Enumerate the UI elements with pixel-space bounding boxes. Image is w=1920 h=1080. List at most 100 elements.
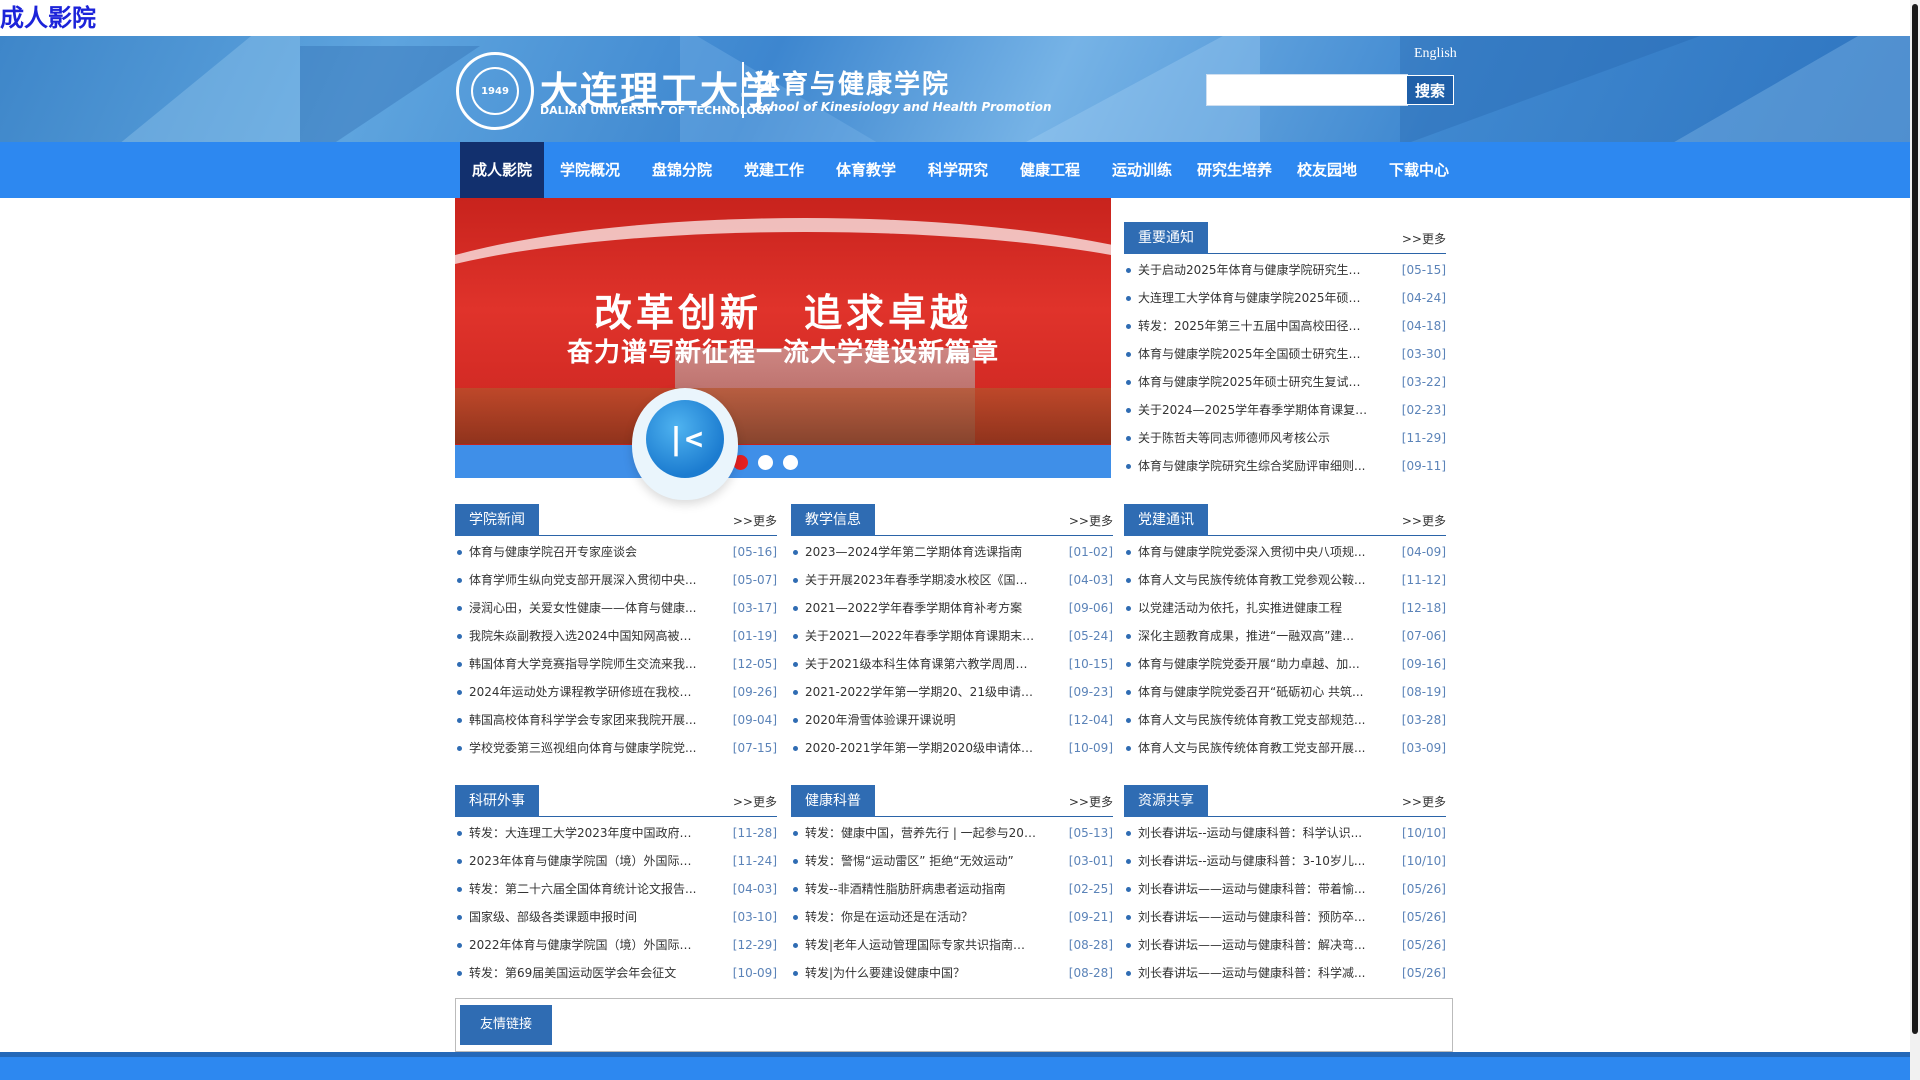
university-seal-logo[interactable]: 1949 bbox=[456, 52, 534, 130]
list-item[interactable]: 刘长春讲坛——运动与健康科普：预防卒... [05/26] bbox=[1124, 903, 1446, 931]
list-item[interactable]: 转发|为什么要建设健康中国？ [08-28] bbox=[791, 959, 1113, 987]
list-item[interactable]: 关于开展2023年春季学期凌水校区《国家... [04-03] bbox=[791, 566, 1113, 594]
list-item-title[interactable]: 体育与健康学院2025年全国硕士研究生一... bbox=[1138, 340, 1370, 368]
list-item[interactable]: 转发：2025年第三十五届中国高校田径科... [04-18] bbox=[1124, 312, 1446, 340]
list-item[interactable]: 刘长春讲坛--运动与健康科普：3-10岁儿... [10/10] bbox=[1124, 847, 1446, 875]
list-item[interactable]: 体育与健康学院研究生综合奖励评审细则... [09-11] bbox=[1124, 452, 1446, 480]
list-item[interactable]: 转发：大连理工大学2023年度中国政府奖... [11-28] bbox=[455, 819, 777, 847]
list-item[interactable]: 2020年滑雪体验课开课说明 [12-04] bbox=[791, 706, 1113, 734]
search-input[interactable] bbox=[1206, 74, 1408, 106]
list-item[interactable]: 体育人文与民族传统体育教工党支部开展... [03-09] bbox=[1124, 734, 1446, 762]
list-item[interactable]: 2023年体育与健康学院国（境）外国际会... [11-24] bbox=[455, 847, 777, 875]
list-item-title[interactable]: 2021-2022学年第一学期20、21级申请体育... bbox=[805, 678, 1037, 706]
list-item[interactable]: 转发：健康中国，营养先行 | 一起参与2024... [05-13] bbox=[791, 819, 1113, 847]
list-item-title[interactable]: 转发：2025年第三十五届中国高校田径科... bbox=[1138, 312, 1370, 340]
list-item[interactable]: 转发：第二十六届全国体育统计论文报告... [04-03] bbox=[455, 875, 777, 903]
list-item[interactable]: 体育与健康学院党委深入贯彻中央八项规... [04-09] bbox=[1124, 538, 1446, 566]
list-item-title[interactable]: 学校党委第三巡视组向体育与健康学院党... bbox=[469, 734, 701, 762]
list-item-title[interactable]: 转发：大连理工大学2023年度中国政府奖... bbox=[469, 819, 701, 847]
list-item[interactable]: 刘长春讲坛--运动与健康科普：科学认识... [10/10] bbox=[1124, 819, 1446, 847]
list-item-title[interactable]: 体育人文与民族传统体育教工党参观公鞍... bbox=[1138, 566, 1370, 594]
panel-title-tab[interactable]: 重要通知 bbox=[1124, 222, 1208, 254]
nav-item-5[interactable]: 体育教学 bbox=[820, 142, 912, 198]
top-site-link[interactable]: 成人影院 bbox=[0, 0, 96, 36]
nav-item-8[interactable]: 运动训练 bbox=[1096, 142, 1188, 198]
nav-item-9[interactable]: 研究生培养 bbox=[1188, 142, 1281, 198]
list-item[interactable]: 刘长春讲坛——运动与健康科普：解决弯... [05/26] bbox=[1124, 931, 1446, 959]
list-item[interactable]: 大连理工大学体育与健康学院2025年硕士... [04-24] bbox=[1124, 284, 1446, 312]
list-item-title[interactable]: 大连理工大学体育与健康学院2025年硕士... bbox=[1138, 284, 1370, 312]
list-item-title[interactable]: 关于启动2025年体育与健康学院研究生教... bbox=[1138, 256, 1370, 284]
list-item[interactable]: 体育与健康学院召开专家座谈会 [05-16] bbox=[455, 538, 777, 566]
list-item-title[interactable]: 体育与健康学院研究生综合奖励评审细则... bbox=[1138, 452, 1370, 480]
list-item-title[interactable]: 2020年滑雪体验课开课说明 bbox=[805, 706, 1037, 734]
more-link[interactable]: >>更多 bbox=[1069, 512, 1113, 529]
list-item-title[interactable]: 关于2021级本科生体育课第六教学周周六... bbox=[805, 650, 1037, 678]
banner-slideshow[interactable]: 改革创新 追求卓越 奋力谱写新征程一流大学建设新篇章 bbox=[455, 198, 1111, 478]
list-item-title[interactable]: 2020-2021学年第一学期2020级申请体育康... bbox=[805, 734, 1037, 762]
list-item-title[interactable]: 刘长春讲坛--运动与健康科普：3-10岁儿... bbox=[1138, 847, 1370, 875]
list-item[interactable]: 体育人文与民族传统体育教工党参观公鞍... [11-12] bbox=[1124, 566, 1446, 594]
list-item-title[interactable]: 关于陈哲夫等同志师德师风考核公示 bbox=[1138, 424, 1370, 452]
nav-item-4[interactable]: 党建工作 bbox=[728, 142, 820, 198]
list-item-title[interactable]: 体育人文与民族传统体育教工党支部开展... bbox=[1138, 734, 1370, 762]
list-item[interactable]: 体育与健康学院2025年全国硕士研究生一... [03-30] bbox=[1124, 340, 1446, 368]
panel-title-tab[interactable]: 健康科普 bbox=[791, 785, 875, 817]
list-item[interactable]: 体育与健康学院2025年硕士研究生复试录... [03-22] bbox=[1124, 368, 1446, 396]
nav-item-10[interactable]: 校友园地 bbox=[1281, 142, 1373, 198]
list-item[interactable]: 浸润心田，关爱女性健康——体育与健康... [03-17] bbox=[455, 594, 777, 622]
list-item-title[interactable]: 体育与健康学院党委深入贯彻中央八项规... bbox=[1138, 538, 1370, 566]
list-item-title[interactable]: 转发--非酒精性脂肪肝病患者运动指南 bbox=[805, 875, 1037, 903]
list-item[interactable]: 体育学师生纵向党支部开展深入贯彻中央... [05-07] bbox=[455, 566, 777, 594]
list-item-title[interactable]: 2021—2022学年春季学期体育补考方案 bbox=[805, 594, 1037, 622]
list-item[interactable]: 国家级、部级各类课题申报时间 [03-10] bbox=[455, 903, 777, 931]
list-item-title[interactable]: 转发：健康中国，营养先行 | 一起参与2024... bbox=[805, 819, 1037, 847]
list-item-title[interactable]: 2023—2024学年第二学期体育选课指南 bbox=[805, 538, 1037, 566]
list-item[interactable]: 体育人文与民族传统体育教工党支部规范... [03-28] bbox=[1124, 706, 1446, 734]
list-item[interactable]: 转发--非酒精性脂肪肝病患者运动指南 [02-25] bbox=[791, 875, 1113, 903]
list-item-title[interactable]: 关于开展2023年春季学期凌水校区《国家... bbox=[805, 566, 1037, 594]
banner-dot-2[interactable] bbox=[758, 455, 773, 470]
list-item[interactable]: 韩国高校体育科学学会专家团来我院开展... [09-04] bbox=[455, 706, 777, 734]
banner-dot-3[interactable] bbox=[783, 455, 798, 470]
list-item-title[interactable]: 体育人文与民族传统体育教工党支部规范... bbox=[1138, 706, 1370, 734]
list-item[interactable]: 2021-2022学年第一学期20、21级申请体育... [09-23] bbox=[791, 678, 1113, 706]
list-item[interactable]: 转发：警惕“运动雷区” 拒绝“无效运动” [03-01] bbox=[791, 847, 1113, 875]
list-item[interactable]: 转发：第69届美国运动医学会年会征文 [10-09] bbox=[455, 959, 777, 987]
more-link[interactable]: >>更多 bbox=[733, 512, 777, 529]
list-item-title[interactable]: 关于2021—2022年春季学期体育课期末考... bbox=[805, 622, 1037, 650]
list-item-title[interactable]: 国家级、部级各类课题申报时间 bbox=[469, 903, 701, 931]
list-item-title[interactable]: 韩国高校体育科学学会专家团来我院开展... bbox=[469, 706, 701, 734]
list-item-title[interactable]: 浸润心田，关爱女性健康——体育与健康... bbox=[469, 594, 701, 622]
scrollbar-thumb[interactable] bbox=[1912, 4, 1918, 1034]
list-item-title[interactable]: 体育与健康学院召开专家座谈会 bbox=[469, 538, 701, 566]
list-item[interactable]: 2021—2022学年春季学期体育补考方案 [09-06] bbox=[791, 594, 1113, 622]
list-item[interactable]: 2024年运动处方课程教学研修班在我校成... [09-26] bbox=[455, 678, 777, 706]
list-item-title[interactable]: 转发：警惕“运动雷区” 拒绝“无效运动” bbox=[805, 847, 1037, 875]
list-item[interactable]: 体育与健康学院党委召开“砥砺初心 共筑... [08-19] bbox=[1124, 678, 1446, 706]
nav-item-6[interactable]: 科学研究 bbox=[912, 142, 1004, 198]
list-item[interactable]: 2020-2021学年第一学期2020级申请体育康... [10-09] bbox=[791, 734, 1113, 762]
more-link[interactable]: >>更多 bbox=[1069, 793, 1113, 810]
nav-item-1[interactable]: 成人影院 bbox=[460, 142, 544, 198]
list-item[interactable]: 学校党委第三巡视组向体育与健康学院党... [07-15] bbox=[455, 734, 777, 762]
list-item[interactable]: 关于2021级本科生体育课第六教学周周六... [10-15] bbox=[791, 650, 1113, 678]
more-link[interactable]: >>更多 bbox=[1402, 793, 1446, 810]
list-item[interactable]: 刘长春讲坛——运动与健康科普：带着愉... [05/26] bbox=[1124, 875, 1446, 903]
more-link[interactable]: >>更多 bbox=[1402, 230, 1446, 247]
list-item-title[interactable]: 转发：第69届美国运动医学会年会征文 bbox=[469, 959, 701, 987]
page-scrollbar[interactable] bbox=[1910, 0, 1920, 1080]
list-item-title[interactable]: 关于2024—2025学年春季学期体育课复班... bbox=[1138, 396, 1370, 424]
list-item-title[interactable]: 刘长春讲坛——运动与健康科普：预防卒... bbox=[1138, 903, 1370, 931]
list-item-title[interactable]: 刘长春讲坛——运动与健康科普：带着愉... bbox=[1138, 875, 1370, 903]
list-item-title[interactable]: 转发：第二十六届全国体育统计论文报告... bbox=[469, 875, 701, 903]
friendly-links-tab[interactable]: 友情链接 bbox=[460, 1005, 553, 1045]
more-link[interactable]: >>更多 bbox=[733, 793, 777, 810]
nav-item-11[interactable]: 下载中心 bbox=[1373, 142, 1465, 198]
list-item-title[interactable]: 2022年体育与健康学院国（境）外国际会... bbox=[469, 931, 701, 959]
list-item[interactable]: 关于2024—2025学年春季学期体育课复班... [02-23] bbox=[1124, 396, 1446, 424]
list-item[interactable]: 2023—2024学年第二学期体育选课指南 [01-02] bbox=[791, 538, 1113, 566]
list-item[interactable]: 关于2021—2022年春季学期体育课期末考... [05-24] bbox=[791, 622, 1113, 650]
list-item-title[interactable]: 2023年体育与健康学院国（境）外国际会... bbox=[469, 847, 701, 875]
english-version-link[interactable]: English bbox=[1414, 46, 1457, 62]
